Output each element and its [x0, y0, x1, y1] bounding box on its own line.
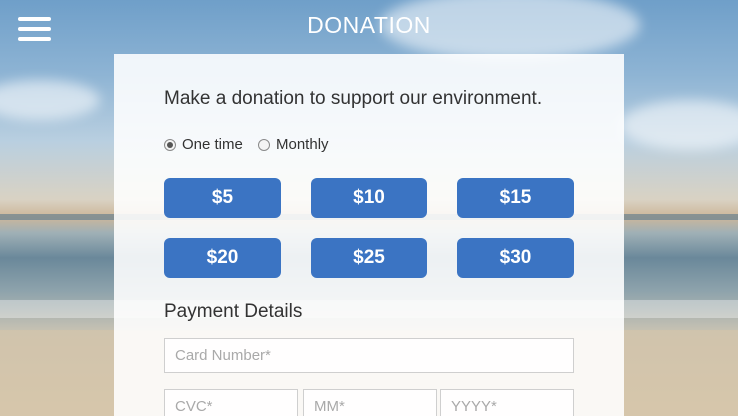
year-placeholder: YYYY* — [451, 398, 497, 415]
amount-button-5[interactable]: $5 — [164, 178, 281, 218]
month-placeholder: MM* — [314, 398, 345, 415]
page-title: DONATION — [307, 12, 431, 38]
frequency-one-time-label: One time — [182, 136, 243, 153]
card-number-field[interactable]: Card Number* — [164, 338, 574, 373]
amount-button-15[interactable]: $15 — [457, 178, 574, 218]
month-field[interactable]: MM* — [303, 389, 437, 416]
amount-button-10[interactable]: $10 — [311, 178, 427, 218]
frequency-monthly[interactable]: Monthly — [258, 136, 329, 153]
donation-headline: Make a donation to support our environme… — [164, 88, 543, 109]
amount-button-20[interactable]: $20 — [164, 238, 281, 278]
frequency-one-time[interactable]: One time — [164, 136, 243, 153]
card-number-placeholder: Card Number* — [175, 347, 271, 364]
radio-checked-icon[interactable] — [164, 138, 176, 151]
amount-button-30[interactable]: $30 — [457, 238, 574, 278]
donation-card: Make a donation to support our environme… — [114, 54, 624, 416]
cvc-field[interactable]: CVC* — [164, 389, 298, 416]
frequency-monthly-label: Monthly — [276, 136, 329, 153]
payment-details-title: Payment Details — [164, 301, 303, 322]
year-field[interactable]: YYYY* — [440, 389, 574, 416]
amount-button-25[interactable]: $25 — [311, 238, 427, 278]
background-cloud — [620, 100, 738, 150]
page-background: DONATION Make a donation to support our … — [0, 0, 738, 416]
background-cloud — [0, 80, 100, 120]
cvc-placeholder: CVC* — [175, 398, 213, 415]
radio-unchecked-icon[interactable] — [258, 138, 270, 151]
